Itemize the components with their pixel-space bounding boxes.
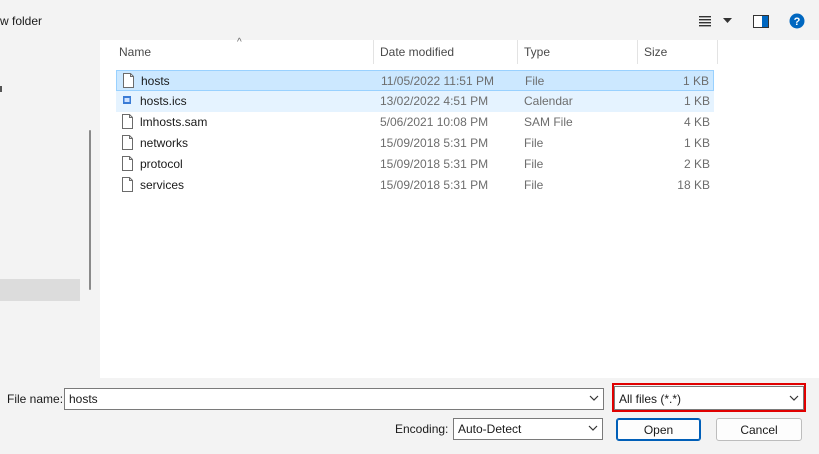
file-row[interactable]: hosts 11/05/2022 11:51 PM File 1 KB (116, 70, 714, 91)
toolbar: w folder ? (0, 0, 819, 40)
encoding-label: Encoding: (395, 422, 449, 436)
file-date-modified: 13/02/2022 4:51 PM (380, 94, 489, 108)
file-name-input[interactable]: hosts (64, 388, 604, 410)
column-type[interactable]: Type (524, 45, 550, 59)
file-type: Calendar (524, 94, 573, 108)
file-size: 1 KB (683, 94, 710, 108)
file-name: hosts.ics (140, 94, 187, 108)
file-date-modified: 11/05/2022 11:51 PM (381, 74, 494, 88)
file-icon (122, 135, 133, 150)
file-date-modified: 5/06/2021 10:08 PM (380, 115, 489, 129)
preview-pane-icon[interactable] (752, 12, 770, 30)
chevron-down-icon[interactable] (589, 392, 599, 404)
file-type: File (524, 178, 544, 192)
calendar-file-icon (122, 93, 133, 108)
file-name-value: hosts (69, 392, 98, 406)
file-type: SAM File (524, 115, 573, 129)
column-name[interactable]: Name (119, 45, 151, 59)
file-name-label: File name: (7, 392, 64, 406)
encoding-value: Auto-Detect (458, 422, 522, 436)
file-type: File (524, 157, 544, 171)
file-size: 2 KB (683, 157, 710, 171)
new-folder-button[interactable]: w folder (0, 14, 42, 28)
nav-selected-item[interactable] (0, 279, 80, 301)
file-row[interactable]: services 15/09/2018 5:31 PM File 18 KB (116, 175, 714, 196)
file-size: 1 KB (683, 136, 710, 150)
nav-expand-marker (0, 86, 2, 92)
cancel-button[interactable]: Cancel (716, 418, 802, 441)
file-size: 4 KB (683, 115, 710, 129)
chevron-down-icon[interactable] (588, 422, 598, 434)
file-name: hosts (141, 74, 170, 88)
column-size[interactable]: Size (644, 45, 667, 59)
file-name: protocol (140, 157, 183, 171)
file-date-modified: 15/09/2018 5:31 PM (380, 136, 489, 150)
column-divider[interactable] (517, 40, 518, 64)
column-header: ^ Name Date modified Type Size (100, 37, 819, 64)
file-name: networks (140, 136, 189, 150)
view-options-icon[interactable] (697, 12, 713, 30)
column-divider[interactable] (637, 40, 638, 64)
file-list: ^ Name Date modified Type Size hosts 11/0… (100, 37, 819, 378)
open-button[interactable]: Open (616, 418, 701, 441)
help-icon[interactable]: ? (788, 12, 806, 30)
svg-text:?: ? (794, 16, 801, 28)
file-name: lmhosts.sam (140, 115, 208, 129)
pane-splitter[interactable] (91, 40, 100, 378)
column-divider[interactable] (717, 40, 718, 64)
file-icon (122, 156, 133, 171)
file-icon (123, 73, 134, 88)
column-divider[interactable] (373, 40, 374, 64)
file-row[interactable]: protocol 15/09/2018 5:31 PM File 2 KB (116, 154, 714, 175)
file-row[interactable]: networks 15/09/2018 5:31 PM File 1 KB (116, 133, 714, 154)
file-date-modified: 15/09/2018 5:31 PM (380, 157, 489, 171)
column-date-modified[interactable]: Date modified (380, 45, 454, 59)
file-type: File (524, 136, 544, 150)
file-size: 1 KB (682, 74, 709, 88)
chevron-down-icon[interactable] (721, 12, 733, 30)
file-icon (122, 177, 133, 192)
highlight-box (612, 383, 806, 412)
file-size: 18 KB (677, 178, 710, 192)
navigation-pane[interactable] (0, 40, 91, 378)
file-row[interactable]: hosts.ics 13/02/2022 4:51 PM Calendar 1 KB (116, 91, 714, 112)
file-type: File (525, 74, 545, 88)
file-row[interactable]: lmhosts.sam 5/06/2021 10:08 PM SAM File 4 K… (116, 112, 714, 133)
file-date-modified: 15/09/2018 5:31 PM (380, 178, 489, 192)
sort-ascending-icon: ^ (237, 37, 242, 48)
file-icon (122, 114, 133, 129)
file-name: services (140, 178, 185, 192)
encoding-select[interactable]: Auto-Detect (453, 418, 603, 440)
